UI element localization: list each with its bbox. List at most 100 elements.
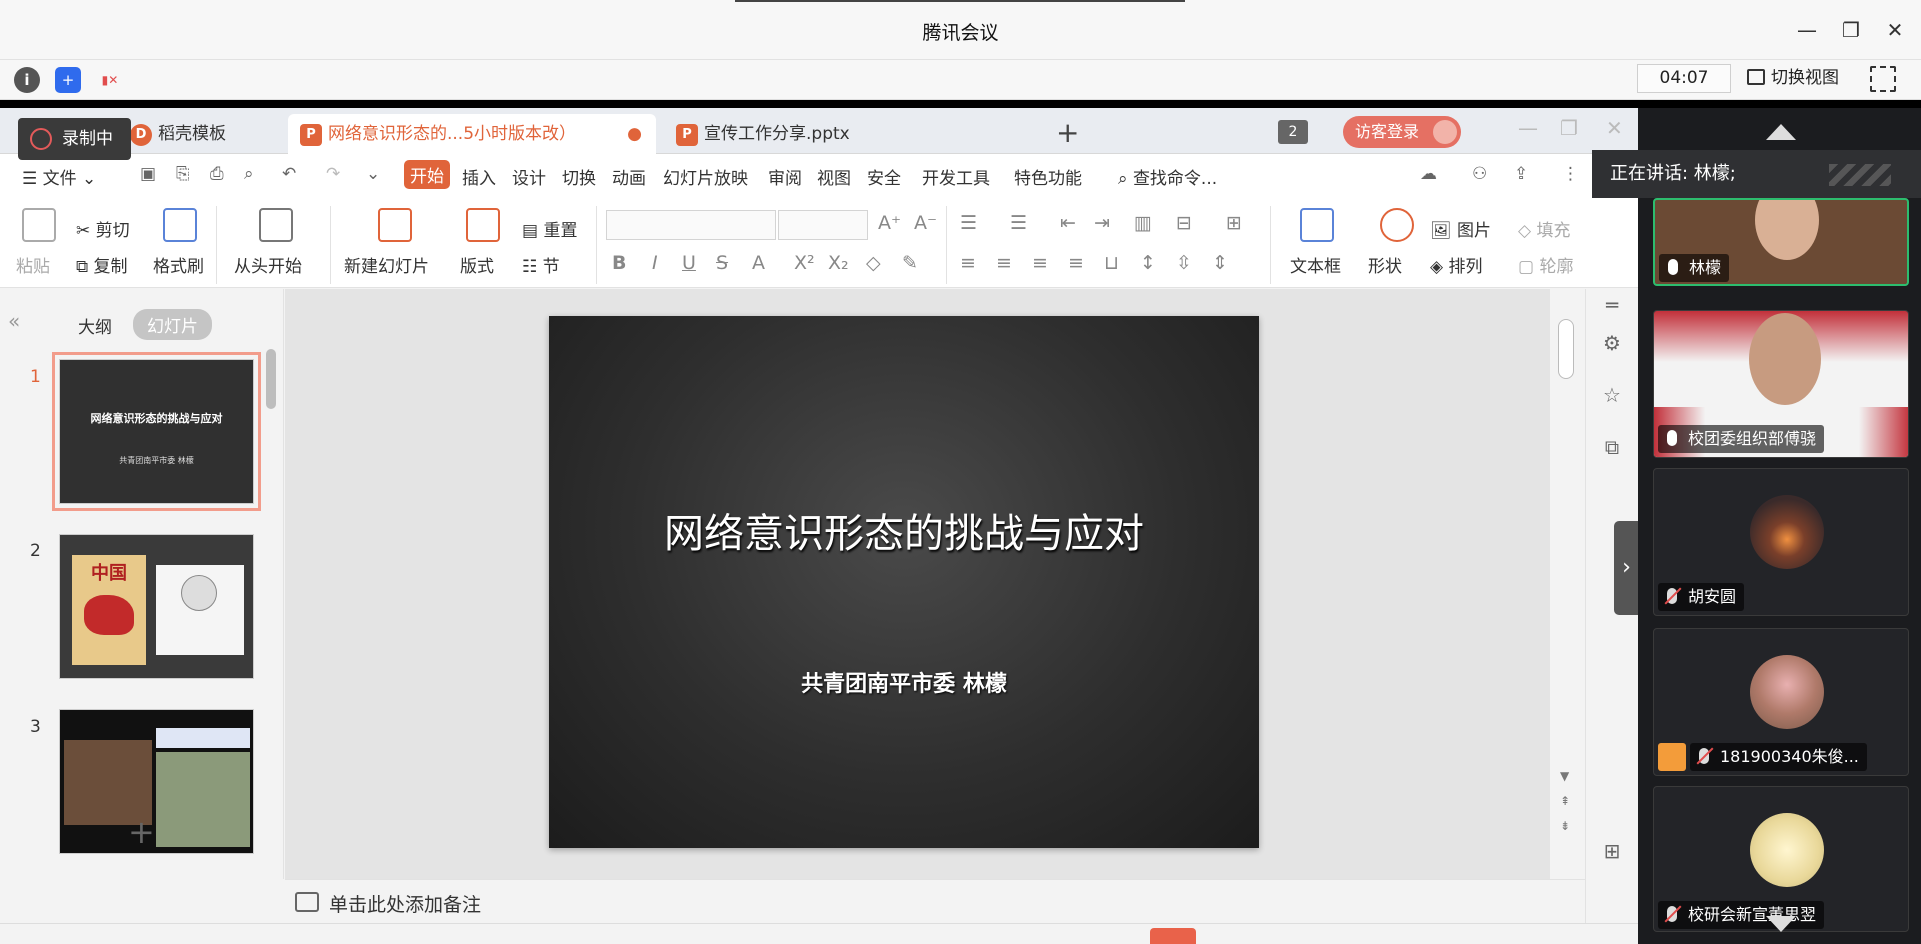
clear-format-icon[interactable]: ◇ bbox=[866, 252, 881, 274]
network-signal-icon[interactable]: ▮✕ bbox=[97, 67, 123, 93]
columns-icon[interactable]: ▥ bbox=[1134, 212, 1152, 234]
justify-icon[interactable]: ≡ bbox=[1068, 252, 1084, 274]
menu-animations[interactable]: 动画 bbox=[612, 164, 646, 189]
shape-icon[interactable] bbox=[1380, 208, 1414, 242]
menu-slideshow[interactable]: 幻灯片放映 bbox=[663, 164, 748, 189]
font-name-select[interactable] bbox=[606, 210, 776, 240]
outline-button[interactable]: ▢ 轮廓 bbox=[1518, 252, 1573, 277]
new-slide-icon[interactable] bbox=[378, 208, 412, 242]
close-button[interactable]: ✕ bbox=[1878, 14, 1912, 46]
line-spacing-icon[interactable]: ↕ bbox=[1140, 252, 1156, 274]
next-slide-icon[interactable]: ⇟ bbox=[1560, 819, 1570, 833]
info-icon[interactable]: i bbox=[14, 67, 40, 93]
text-effects-icon[interactable]: ✎ bbox=[902, 252, 918, 274]
superscript-icon[interactable]: X² bbox=[794, 252, 815, 274]
redo-icon[interactable]: ↷ bbox=[326, 164, 340, 184]
text-align-vertical-icon[interactable]: ⊞ bbox=[1226, 212, 1242, 234]
tab-slides[interactable]: 幻灯片 bbox=[133, 309, 212, 340]
expand-rail-chevron-icon[interactable]: › bbox=[1614, 521, 1638, 615]
tab-docer-templates[interactable]: D 稻壳模板 bbox=[118, 114, 288, 154]
menu-special[interactable]: 特色功能 bbox=[1014, 164, 1082, 189]
fill-button[interactable]: ◇ 填充 bbox=[1518, 216, 1570, 241]
video-tile[interactable]: 林檬 bbox=[1653, 198, 1909, 286]
from-start-button[interactable]: 从头开始 bbox=[234, 252, 302, 277]
menu-transitions[interactable]: 切换 bbox=[562, 164, 596, 189]
from-start-icon[interactable] bbox=[259, 208, 293, 242]
animation-star-icon[interactable]: ☆ bbox=[1598, 383, 1626, 407]
decrease-indent-icon[interactable]: ⇤ bbox=[1060, 212, 1076, 234]
paragraph-spacing-icon[interactable]: ⇳ bbox=[1176, 252, 1192, 274]
slide-subtitle[interactable]: 共青团南平市委 林檬 bbox=[549, 666, 1259, 698]
menu-insert[interactable]: 插入 bbox=[462, 164, 496, 189]
current-slide[interactable]: 网络意识形态的挑战与应对 共青团南平市委 林檬 bbox=[549, 316, 1259, 848]
export-icon[interactable]: ⎘ bbox=[176, 164, 190, 184]
audio-tile[interactable]: 181900340朱俊... bbox=[1653, 628, 1909, 776]
section-button[interactable]: ☷ 节 bbox=[522, 252, 560, 277]
slide-thumbnail-1[interactable]: 网络意识形态的挑战与应对 共青团南平市委 林檬 bbox=[52, 352, 261, 511]
reset-button[interactable]: ▤ 重置 bbox=[522, 216, 577, 241]
textbox-button[interactable]: 文本框 bbox=[1290, 252, 1341, 277]
recording-indicator[interactable]: 录制中 bbox=[18, 118, 131, 160]
align-center-icon[interactable]: ≡ bbox=[996, 252, 1012, 274]
command-search[interactable]: ⌕ 查找命令... bbox=[1118, 164, 1217, 189]
share-icon[interactable]: ⇪ bbox=[1514, 164, 1528, 184]
scroll-down-icon[interactable]: ▼ bbox=[1560, 769, 1569, 783]
italic-icon[interactable]: I bbox=[652, 252, 658, 274]
slide-thumbnail-2[interactable]: 中国 bbox=[59, 534, 254, 679]
video-tile[interactable]: 校团委组织部傅骁 bbox=[1653, 310, 1909, 458]
audio-tile[interactable]: 校研会新宣董思翌 bbox=[1653, 786, 1909, 932]
format-painter-icon[interactable] bbox=[163, 208, 197, 242]
strikethrough-icon[interactable]: S bbox=[716, 252, 728, 274]
paste-icon[interactable] bbox=[22, 208, 56, 242]
decrease-font-icon[interactable]: A⁻ bbox=[914, 212, 937, 234]
fullscreen-icon[interactable] bbox=[1870, 66, 1896, 92]
menu-design[interactable]: 设计 bbox=[512, 164, 546, 189]
quick-access-dropdown-icon[interactable]: ⌄ bbox=[366, 164, 380, 184]
tab-ideology-pptx[interactable]: P 网络意识形态的...5小时版本改） ● bbox=[288, 114, 656, 154]
align-right-icon[interactable]: ≡ bbox=[1032, 252, 1048, 274]
security-shield-icon[interactable]: + bbox=[55, 67, 81, 93]
more-menu-icon[interactable]: ⋮ bbox=[1562, 164, 1579, 184]
panel-scrollbar[interactable] bbox=[266, 349, 276, 409]
add-slide-plus-icon[interactable]: + bbox=[128, 813, 155, 851]
scroll-up-arrow-icon[interactable] bbox=[1766, 124, 1796, 140]
menu-review[interactable]: 审阅 bbox=[768, 164, 802, 189]
slide-title[interactable]: 网络意识形态的挑战与应对 bbox=[549, 501, 1259, 559]
menu-security[interactable]: 安全 bbox=[867, 164, 901, 189]
arrange-button[interactable]: ◈ 排列 bbox=[1430, 252, 1482, 277]
increase-indent-icon[interactable]: ⇥ bbox=[1094, 212, 1110, 234]
scroll-thumb[interactable] bbox=[1558, 319, 1574, 379]
format-painter-button[interactable]: 格式刷 bbox=[153, 252, 204, 277]
transition-icon[interactable]: ⧉ bbox=[1598, 435, 1626, 459]
notes-area[interactable]: 单击此处添加备注 bbox=[285, 879, 1585, 923]
picture-button[interactable]: 🖼 图片 bbox=[1430, 216, 1491, 241]
previous-slide-icon[interactable]: ⇞ bbox=[1560, 794, 1570, 808]
play-slideshow-icon[interactable] bbox=[1150, 928, 1196, 944]
print-icon[interactable]: ⎙ bbox=[210, 164, 224, 184]
minimize-button[interactable]: — bbox=[1790, 14, 1824, 46]
menu-home[interactable]: 开始 bbox=[404, 160, 450, 189]
grid-view-icon[interactable]: ⊞ bbox=[1598, 839, 1626, 863]
slide-thumbnail-3[interactable] bbox=[59, 709, 254, 854]
save-icon[interactable]: ▣ bbox=[140, 164, 156, 184]
collaborate-icon[interactable]: ⚇ bbox=[1472, 164, 1487, 184]
menu-view[interactable]: 视图 bbox=[817, 164, 851, 189]
underline-icon[interactable]: U bbox=[682, 252, 696, 274]
numbered-list-icon[interactable]: ☰ bbox=[1010, 212, 1027, 234]
tab-publicity-pptx[interactable]: P 宣传工作分享.pptx bbox=[664, 114, 1034, 154]
file-menu[interactable]: ☰ 文件 ⌄ bbox=[22, 164, 96, 189]
increase-font-icon[interactable]: A⁺ bbox=[878, 212, 901, 234]
cloud-sync-icon[interactable]: ☁ bbox=[1420, 164, 1437, 184]
distribute-icon[interactable]: ⊔ bbox=[1104, 252, 1119, 274]
textbox-icon[interactable] bbox=[1300, 208, 1334, 242]
copy-button[interactable]: ⧉ 复制 bbox=[76, 252, 128, 277]
layout-icon[interactable] bbox=[466, 208, 500, 242]
bullet-list-icon[interactable]: ☰ bbox=[960, 212, 977, 234]
wps-close-icon[interactable]: ✕ bbox=[1606, 116, 1623, 140]
wps-restore-icon[interactable]: ❐ bbox=[1560, 116, 1578, 140]
cut-button[interactable]: ✂ 剪切 bbox=[76, 216, 130, 241]
wps-minimize-icon[interactable]: — bbox=[1518, 116, 1538, 140]
paste-button[interactable]: 粘贴 bbox=[16, 252, 50, 277]
layout-button[interactable]: 版式 bbox=[460, 252, 494, 277]
subscript-icon[interactable]: X₂ bbox=[828, 252, 849, 274]
